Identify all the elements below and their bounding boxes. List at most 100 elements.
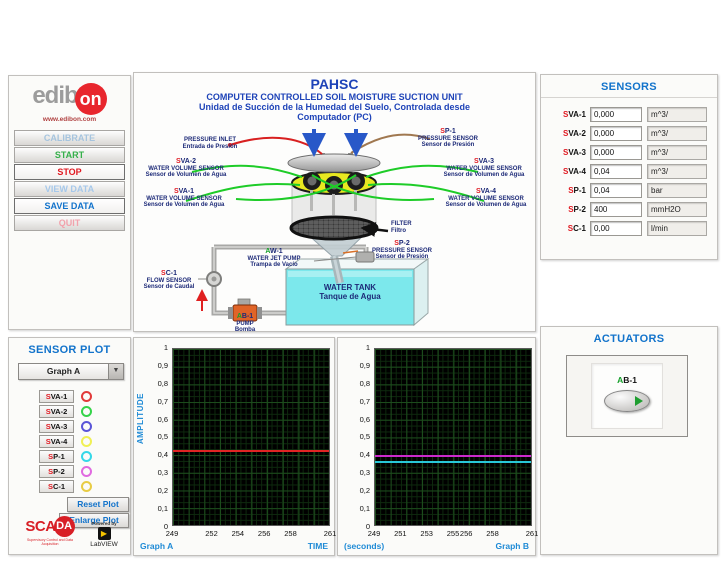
chevron-down-icon[interactable]: ▼ <box>108 364 123 379</box>
sp2-plot-color-ring[interactable] <box>81 466 92 477</box>
sva3-plot-color-ring[interactable] <box>81 421 92 432</box>
graph-a-plot-area <box>172 348 330 526</box>
quit-button[interactable]: QUIT <box>14 215 125 231</box>
label-sp1: SP-1 PRESSURE SENSOR Sensor de Presión <box>402 129 494 149</box>
graph-b-x-axis: 249251253255256258261 <box>374 529 532 539</box>
y-axis-tick-label: 0,5 <box>158 433 168 440</box>
unit-title-es-2: Computador (PC) <box>134 112 535 122</box>
unit-title-en: COMPUTER CONTROLLED SOIL MOISTURE SUCTIO… <box>134 92 535 102</box>
diagram-panel: PAHSC COMPUTER CONTROLLED SOIL MOISTURE … <box>133 72 536 332</box>
labview-arrow-icon: ▶ <box>98 527 111 540</box>
sva2-unit: m^3/ <box>647 126 707 141</box>
y-axis-tick-label: 0,4 <box>360 451 370 458</box>
sva4-unit: m^3/ <box>647 164 707 179</box>
sva1-plot-color-ring[interactable] <box>81 391 92 402</box>
unit-code: PAHSC <box>134 76 535 92</box>
sc1-unit: l/min <box>647 221 707 236</box>
sva2-value: 0,000 <box>590 126 642 141</box>
y-axis-tick-label: 0,1 <box>158 505 168 512</box>
graph-a-label: Graph A <box>140 541 173 551</box>
flow-sensor <box>198 272 221 286</box>
diagram-heading: PAHSC COMPUTER CONTROLLED SOIL MOISTURE … <box>134 76 535 122</box>
x-axis-tick-label: 256 <box>460 529 473 538</box>
edibon-logo-text: edib <box>32 82 77 109</box>
graph-b-panel: 10,90,80,70,60,50,40,30,20,10 2492512532… <box>337 337 536 556</box>
y-axis-tick-label: 0,1 <box>360 505 370 512</box>
plot-series-line-magenta <box>375 455 531 457</box>
x-axis-tick-label: 253 <box>420 529 433 538</box>
calibrate-button[interactable]: CALIBRATE <box>14 130 125 146</box>
graph-selector-value[interactable]: Graph A <box>19 364 108 379</box>
x-axis-tick-label: 258 <box>486 529 499 538</box>
graph-a-panel: AMPLITUDE 10,90,80,70,60,50,40,30,20,10 … <box>133 337 335 556</box>
label-filter: FILTER Filtro <box>391 221 437 234</box>
legend-row-sva4: SVA-4 <box>39 435 130 448</box>
play-arrow-icon <box>635 396 643 406</box>
graph-b-plot-area <box>374 348 532 526</box>
sensor-row-sva2: SVA-2 0,000 m^3/ <box>545 124 713 143</box>
x-axis-tick-label: 251 <box>394 529 407 538</box>
x-axis-tick-label: 261 <box>324 529 337 538</box>
sensor-readouts: SVA-1 0,000 m^3/ SVA-2 0,000 m^3/ SVA-3 … <box>545 105 713 238</box>
x-axis-tick-label: 254 <box>232 529 245 538</box>
scada-tagline: Supervisory Control and Data Acquisition <box>19 538 81 546</box>
y-axis-tick-label: 0,7 <box>158 398 168 405</box>
y-axis-tick-label: 0,9 <box>158 362 168 369</box>
legend-row-sva3: SVA-3 <box>39 420 130 433</box>
y-axis-tick-label: 0,2 <box>360 487 370 494</box>
y-axis-tick-label: 0,2 <box>158 487 168 494</box>
legend-row-sva2: SVA-2 <box>39 405 130 418</box>
y-axis-tick-label: 0,5 <box>360 433 370 440</box>
graph-a-x-axis: 249252254256258261 <box>172 529 330 539</box>
sp2-unit: mmH2O <box>647 202 707 217</box>
sensors-panel: SENSORS SVA-1 0,000 m^3/ SVA-2 0,000 m^3… <box>540 74 718 260</box>
sva3-value: 0,000 <box>590 145 642 160</box>
label-sva1: SVA-1 WATER VOLUME SENSOR Sensor de Volu… <box>134 189 234 209</box>
y-axis-tick-label: 0,3 <box>360 469 370 476</box>
legend-row-sp2: SP-2 <box>39 465 130 478</box>
x-axis-tick-label: 252 <box>205 529 218 538</box>
sva3-unit: m^3/ <box>647 145 707 160</box>
sc1-value: 0,00 <box>590 221 642 236</box>
graph-selector-dropdown[interactable]: Graph A ▼ <box>18 363 124 380</box>
sva2-plot-color-ring[interactable] <box>81 406 92 417</box>
sp2-value: 400 <box>590 202 642 217</box>
sp1-plot-color-ring[interactable] <box>81 451 92 462</box>
y-axis-tick-label: 1 <box>164 344 168 351</box>
stop-button[interactable]: STOP <box>14 164 125 180</box>
plot-series-line-cyan <box>375 461 531 463</box>
label-sva2: SVA-2 WATER VOLUME SENSOR Sensor de Volu… <box>136 159 236 179</box>
y-axis-tick-label: 0,3 <box>158 469 168 476</box>
y-axis-tick-label: 0,8 <box>158 380 168 387</box>
edibon-logo-circle: on <box>75 83 107 115</box>
legend-row-sc1: SC-1 <box>39 480 130 493</box>
y-axis-tick-label: 0,6 <box>158 416 168 423</box>
reset-plot-button[interactable]: Reset Plot <box>67 497 129 512</box>
x-axis-tick-label: 256 <box>258 529 271 538</box>
graph-a-y-axis: 10,90,80,70,60,50,40,30,20,10 <box>134 344 168 530</box>
view-data-button[interactable]: VIEW DATA <box>14 181 125 197</box>
sensor-row-sva3: SVA-3 0,000 m^3/ <box>545 143 713 162</box>
actuator-box: AB-1 <box>566 355 688 437</box>
y-axis-tick-label: 0,7 <box>360 398 370 405</box>
sensors-title: SENSORS <box>541 75 717 98</box>
sp1-value: 0,04 <box>590 183 642 198</box>
sva4-value: 0,04 <box>590 164 642 179</box>
label-sva3: SVA-3 WATER VOLUME SENSOR Sensor de Volu… <box>434 159 534 179</box>
y-axis-tick-label: 0,6 <box>360 416 370 423</box>
graph-b-label: Graph B <box>495 541 529 551</box>
edibon-url: www.edibon.com <box>9 116 130 123</box>
sc1-plot-color-ring[interactable] <box>81 481 92 492</box>
label-pressure-inlet: PRESSURE INLET Entrada de Presión <box>164 137 256 150</box>
sensor-plot-panel: SENSOR PLOT Graph A ▼ SVA-1 SVA-2 SVA-3 … <box>8 337 131 555</box>
ab1-pump-toggle-button[interactable] <box>604 390 650 412</box>
labview-logo: Powered by ▶ LabVIEW <box>86 521 122 548</box>
scada-application-window: edibon www.edibon.com CALIBRATE START ST… <box>0 0 723 584</box>
sensor-row-sva1: SVA-1 0,000 m^3/ <box>545 105 713 124</box>
y-axis-tick-label: 0,9 <box>360 362 370 369</box>
start-button[interactable]: START <box>14 147 125 163</box>
save-data-button[interactable]: SAVE DATA <box>14 198 125 214</box>
sva4-plot-color-ring[interactable] <box>81 436 92 447</box>
sva1-unit: m^3/ <box>647 107 707 122</box>
legend-row-sva1: SVA-1 <box>39 390 130 403</box>
